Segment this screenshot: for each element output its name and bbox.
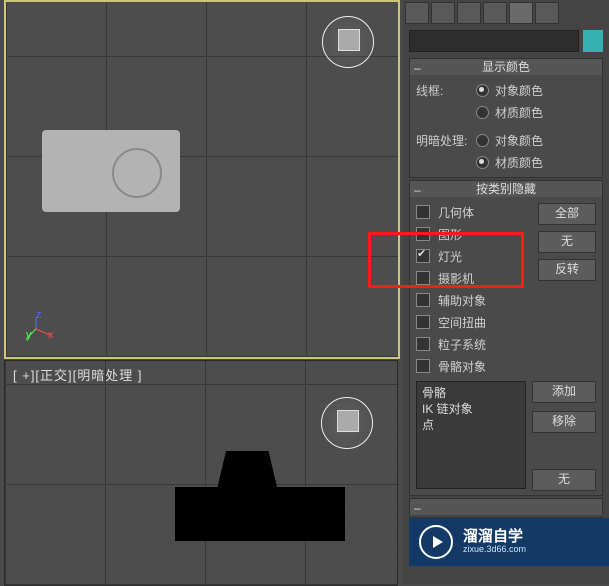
checkbox[interactable] bbox=[416, 249, 430, 263]
watermark-text: 溜溜自学 bbox=[463, 530, 526, 544]
viewport-area: zyx [ +][正交][明暗处理 ] bbox=[0, 0, 400, 584]
list-item[interactable]: 骨骼 bbox=[422, 385, 520, 401]
list-item[interactable]: IK 链对象 bbox=[422, 401, 520, 417]
checkbox[interactable] bbox=[416, 271, 430, 285]
rollout-title[interactable]: – 显示颜色 bbox=[410, 59, 602, 75]
collapse-icon: – bbox=[414, 60, 421, 76]
light-icon[interactable] bbox=[322, 16, 374, 68]
hide-item-1: 图形 bbox=[416, 223, 532, 245]
search-input[interactable] bbox=[409, 30, 579, 52]
btn-none[interactable]: 无 bbox=[538, 231, 596, 253]
hide-category-list: 几何体图形灯光摄影机辅助对象空间扭曲粒子系统骨骼对象 bbox=[416, 201, 532, 377]
checkbox[interactable] bbox=[416, 227, 430, 241]
radio-label: 材质颜色 bbox=[495, 154, 543, 171]
checkbox[interactable] bbox=[416, 293, 430, 307]
list-item[interactable]: 点 bbox=[422, 417, 520, 433]
tab-create[interactable] bbox=[405, 2, 429, 24]
viewport-front-label: [ +][正交][明暗处理 ] bbox=[13, 365, 143, 384]
tab-hierarchy[interactable] bbox=[457, 2, 481, 24]
bone-listbox[interactable]: 骨骼IK 链对象点 bbox=[416, 381, 526, 489]
radio-label: 对象颜色 bbox=[495, 132, 543, 149]
checkbox[interactable] bbox=[416, 315, 430, 329]
radio-shade-material[interactable] bbox=[476, 156, 489, 169]
collapse-icon: – bbox=[414, 500, 421, 516]
watermark-url: zixue.3d66.com bbox=[463, 544, 526, 554]
tab-display[interactable] bbox=[509, 2, 533, 24]
checkbox[interactable] bbox=[416, 337, 430, 351]
viewport-front[interactable]: [ +][正交][明暗处理 ] bbox=[4, 360, 398, 586]
rollout-hide: – bbox=[409, 498, 603, 515]
shaded-label: 明暗处理: bbox=[416, 132, 476, 149]
command-panel-tabs bbox=[403, 0, 609, 26]
checkbox-label: 图形 bbox=[438, 226, 462, 243]
radio-wire-object[interactable] bbox=[476, 84, 489, 97]
axis-gizmo: zyx bbox=[26, 309, 56, 339]
btn-invert[interactable]: 反转 bbox=[538, 259, 596, 281]
hide-item-3: 摄影机 bbox=[416, 267, 532, 289]
viewport-top[interactable]: zyx bbox=[4, 0, 400, 359]
hide-item-0: 几何体 bbox=[416, 201, 532, 223]
checkbox-label: 摄影机 bbox=[438, 270, 474, 287]
checkbox-label: 粒子系统 bbox=[438, 336, 486, 353]
rollout-title-label: 显示颜色 bbox=[482, 60, 530, 74]
checkbox[interactable] bbox=[416, 359, 430, 373]
tab-modify[interactable] bbox=[431, 2, 455, 24]
hide-item-7: 骨骼对象 bbox=[416, 355, 532, 377]
wireframe-label: 线框: bbox=[416, 82, 476, 99]
checkbox-label: 骨骼对象 bbox=[438, 358, 486, 375]
btn-remove[interactable]: 移除 bbox=[532, 411, 596, 433]
rollout-hide-category: – 按类别隐藏 几何体图形灯光摄影机辅助对象空间扭曲粒子系统骨骼对象 全部 无 … bbox=[409, 180, 603, 496]
rollout-display-color: – 显示颜色 线框: 对象颜色 材质颜色 明暗处理: 对象颜色 bbox=[409, 58, 603, 178]
tab-utilities[interactable] bbox=[535, 2, 559, 24]
radio-label: 对象颜色 bbox=[495, 82, 543, 99]
watermark: 溜溜自学 zixue.3d66.com bbox=[409, 518, 609, 566]
radio-shade-object[interactable] bbox=[476, 134, 489, 147]
collapse-icon: – bbox=[414, 182, 421, 198]
hide-item-5: 空间扭曲 bbox=[416, 311, 532, 333]
play-icon bbox=[419, 525, 453, 559]
checkbox-label: 辅助对象 bbox=[438, 292, 486, 309]
hide-item-4: 辅助对象 bbox=[416, 289, 532, 311]
rollout-title[interactable]: – bbox=[410, 499, 602, 515]
btn-none2[interactable]: 无 bbox=[532, 469, 596, 491]
hide-item-6: 粒子系统 bbox=[416, 333, 532, 355]
checkbox-label: 灯光 bbox=[438, 248, 462, 265]
rollout-title[interactable]: – 按类别隐藏 bbox=[410, 181, 602, 197]
btn-add[interactable]: 添加 bbox=[532, 381, 596, 403]
checkbox[interactable] bbox=[416, 205, 430, 219]
btn-all[interactable]: 全部 bbox=[538, 203, 596, 225]
scene-object-front[interactable] bbox=[175, 451, 345, 541]
command-panel: – 显示颜色 线框: 对象颜色 材质颜色 明暗处理: 对象颜色 bbox=[403, 0, 609, 584]
search-button[interactable] bbox=[583, 30, 603, 52]
scene-object-top[interactable] bbox=[42, 130, 180, 212]
tab-motion[interactable] bbox=[483, 2, 507, 24]
radio-label: 材质颜色 bbox=[495, 104, 543, 121]
hide-item-2: 灯光 bbox=[416, 245, 532, 267]
checkbox-label: 几何体 bbox=[438, 204, 474, 221]
checkbox-label: 空间扭曲 bbox=[438, 314, 486, 331]
rollout-title-label: 按类别隐藏 bbox=[476, 182, 536, 196]
radio-wire-material[interactable] bbox=[476, 106, 489, 119]
light-icon[interactable] bbox=[321, 397, 373, 449]
